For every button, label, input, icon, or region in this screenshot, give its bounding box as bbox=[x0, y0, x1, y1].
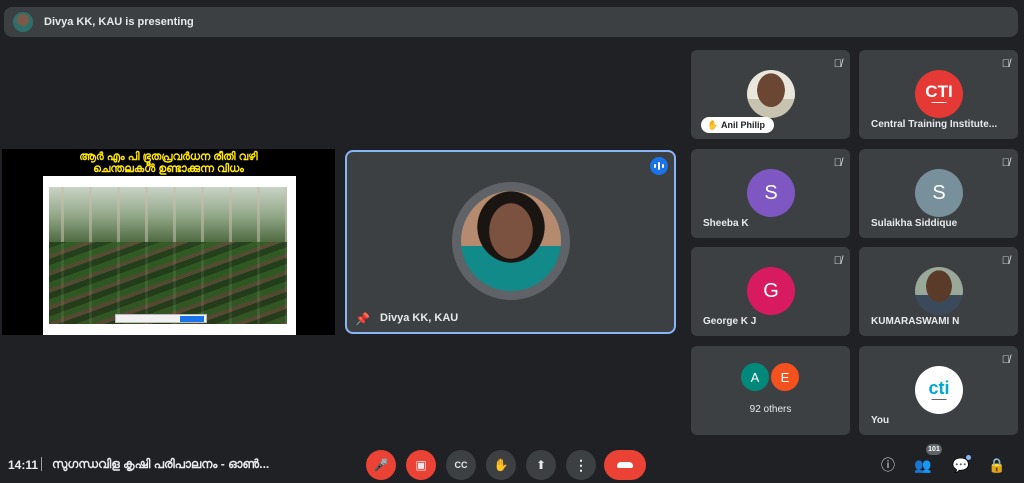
captions-icon: CC bbox=[454, 460, 468, 470]
speaking-indicator-icon bbox=[650, 157, 668, 175]
others-tile[interactable]: A E 92 others bbox=[691, 346, 850, 435]
presenting-banner: Divya KK, KAU is presenting bbox=[4, 7, 1018, 37]
mic-off-icon: 🎙̸ bbox=[833, 58, 842, 70]
participant-tile-kumaraswami[interactable]: 🎙̸ KUMARASWAMI N bbox=[859, 247, 1018, 336]
avatar-a: A bbox=[739, 361, 771, 393]
participant-name: You bbox=[871, 415, 890, 426]
more-options-button[interactable]: ⋮ bbox=[566, 450, 596, 480]
slide-share-bar bbox=[115, 314, 207, 323]
pin-icon[interactable]: 📌 bbox=[355, 312, 370, 326]
presenter-photo-avatar bbox=[461, 191, 561, 291]
participant-photo-avatar bbox=[915, 267, 963, 315]
lock-icon: 🔒 bbox=[988, 456, 1006, 473]
others-avatars: A E bbox=[739, 361, 805, 393]
participant-name: Central Training Institute... bbox=[871, 119, 998, 130]
others-count: 92 others bbox=[749, 404, 792, 415]
slide-title-line2: ചെന്തലകൾ ഉണ്ടാക്കുന്ന വിധം bbox=[93, 163, 244, 175]
captions-button[interactable]: CC bbox=[446, 450, 476, 480]
participant-name: KUMARASWAMI N bbox=[871, 316, 960, 327]
host-controls-button[interactable]: 🔒 bbox=[987, 455, 1007, 475]
mic-off-icon: 🎙̸ bbox=[1001, 157, 1010, 169]
participant-name: Sulaikha Siddique bbox=[871, 218, 958, 229]
people-icon: 👥 bbox=[914, 456, 932, 473]
mic-off-icon: 🎤 bbox=[373, 458, 389, 472]
participants-count-badge: 101 bbox=[926, 444, 942, 455]
mic-off-icon: 🎙̸ bbox=[1001, 255, 1010, 267]
self-tile[interactable]: 🎙̸ cti ▬▬▬▬▬ You bbox=[859, 346, 1018, 435]
hand-icon: ✋ bbox=[493, 458, 509, 472]
hang-up-icon bbox=[617, 462, 633, 468]
presenter-tile[interactable]: 📌 Divya KK, KAU bbox=[345, 150, 676, 334]
participant-initial-avatar: S bbox=[915, 169, 963, 217]
presenter-name: Divya KK, KAU bbox=[380, 312, 459, 324]
present-button[interactable]: ⬆ bbox=[526, 450, 556, 480]
mic-off-icon: 🎙̸ bbox=[833, 157, 842, 169]
presenter-avatar bbox=[13, 12, 33, 32]
camera-off-button[interactable]: ▣ bbox=[406, 450, 436, 480]
participant-name: George K J bbox=[703, 316, 757, 327]
cti-logo: cti ▬▬▬▬▬ bbox=[915, 366, 963, 414]
participant-initial-avatar: S bbox=[747, 169, 795, 217]
raise-hand-button[interactable]: ✋ bbox=[486, 450, 516, 480]
presenting-text: Divya KK, KAU is presenting bbox=[44, 16, 194, 28]
info-icon: ⓘ bbox=[881, 457, 895, 473]
mic-off-icon: 🎙̸ bbox=[1001, 354, 1010, 366]
clock: 14:11 bbox=[8, 458, 39, 472]
participant-photo-avatar bbox=[747, 70, 795, 118]
avatar-e: E bbox=[769, 361, 801, 393]
slide-frame bbox=[43, 176, 296, 335]
meeting-title: സുഗന്ധവിള കൃഷി പരിപാലനം - ഓൺ... bbox=[52, 457, 270, 471]
present-icon: ⬆ bbox=[535, 458, 547, 472]
participant-tile-sulaikha[interactable]: 🎙̸ S Sulaikha Siddique bbox=[859, 149, 1018, 238]
participant-tile-sheeba[interactable]: 🎙̸ S Sheeba K bbox=[691, 149, 850, 238]
mic-off-button[interactable]: 🎤 bbox=[366, 450, 396, 480]
plantation-photo bbox=[49, 187, 287, 324]
people-button[interactable]: 👥 bbox=[913, 455, 933, 475]
mic-off-icon: 🎙̸ bbox=[1001, 58, 1010, 70]
participant-name: Sheeba K bbox=[703, 218, 749, 229]
bottom-bar: 14:11 സുഗന്ധവിള കൃഷി പരിപാലനം - ഓൺ... 🎤 … bbox=[0, 444, 1024, 483]
participant-initial-avatar: G bbox=[747, 267, 795, 315]
participant-tile-george[interactable]: 🎙̸ G George K J bbox=[691, 247, 850, 336]
meeting-details-button[interactable]: ⓘ bbox=[878, 455, 898, 475]
more-vert-icon: ⋮ bbox=[574, 456, 588, 473]
participant-tile-cti[interactable]: 🎙̸ CTI ▬▬▬▬▬ Central Training Institute..… bbox=[859, 50, 1018, 139]
divider bbox=[41, 457, 42, 471]
chat-notification-dot bbox=[966, 455, 971, 460]
participant-tile-anil[interactable]: 🎙̸ Anil Philip bbox=[691, 50, 850, 139]
mic-off-icon: 🎙̸ bbox=[833, 255, 842, 267]
presentation-slide: ആർ എം പി ഭ്രൂതപ്രവർധന രീതി വഴി ചെന്തലകൾ … bbox=[2, 149, 335, 335]
cti-logo: CTI ▬▬▬▬▬ bbox=[915, 70, 963, 118]
raised-hand-chip: Anil Philip bbox=[701, 117, 774, 133]
camera-off-icon: ▣ bbox=[415, 458, 427, 472]
leave-call-button[interactable] bbox=[604, 450, 646, 480]
